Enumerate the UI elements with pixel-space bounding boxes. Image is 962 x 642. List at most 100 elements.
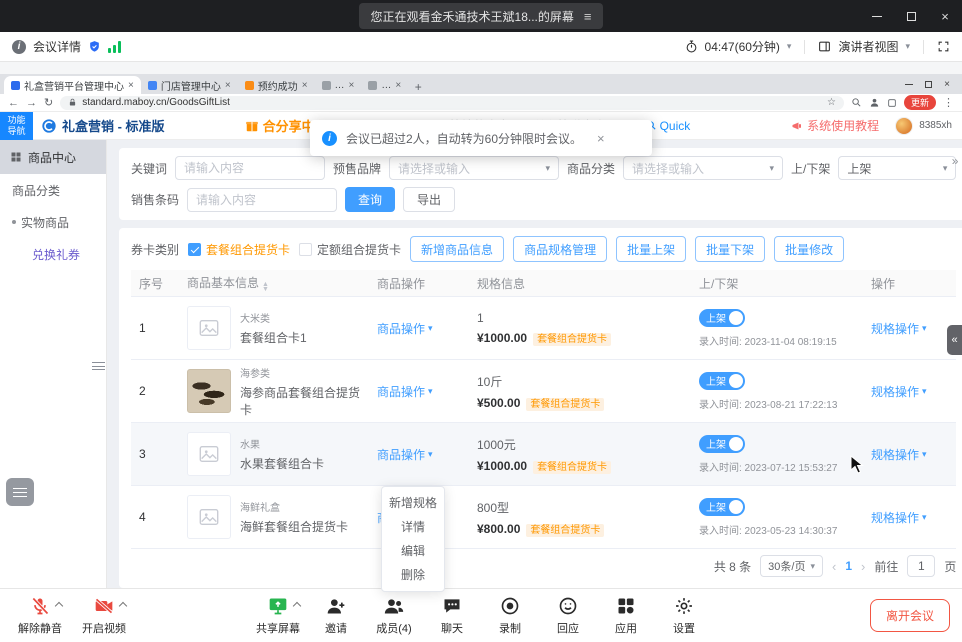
- mic-options-expander[interactable]: [55, 602, 63, 610]
- spec-operation-dropdown[interactable]: 规格操作▾: [871, 446, 927, 463]
- invite-button[interactable]: 邀请: [308, 595, 364, 636]
- batch-off-shelf-button[interactable]: 批量下架: [695, 236, 765, 262]
- zoom-icon[interactable]: [851, 97, 862, 108]
- browser-update-badge[interactable]: 更新: [904, 95, 936, 110]
- browser-tab[interactable]: … ×: [315, 76, 362, 94]
- checkbox-combo-card[interactable]: 套餐组合提货卡: [188, 241, 290, 258]
- browser-tab[interactable]: … ×: [361, 76, 408, 94]
- maximize-button[interactable]: [894, 0, 928, 32]
- tab-close-icon[interactable]: ×: [225, 80, 231, 91]
- new-tab-button[interactable]: +: [410, 80, 426, 94]
- current-page[interactable]: 1: [845, 559, 852, 573]
- batch-edit-button[interactable]: 批量修改: [774, 236, 844, 262]
- record-button[interactable]: 录制: [482, 595, 538, 636]
- barcode-input[interactable]: [187, 188, 337, 212]
- batch-on-shelf-button[interactable]: 批量上架: [616, 236, 686, 262]
- shelf-toggle[interactable]: 上架: [699, 372, 745, 390]
- shelf-select[interactable]: 上架 ▾: [838, 156, 956, 180]
- menu-item-detail[interactable]: 详情: [382, 515, 444, 539]
- quick-search-link[interactable]: Quick: [646, 119, 691, 133]
- tab-close-icon[interactable]: ×: [128, 80, 134, 91]
- add-product-button[interactable]: 新增商品信息: [410, 236, 504, 262]
- spec-operation-dropdown[interactable]: 规格操作▾: [871, 383, 927, 400]
- browser-minimize-button[interactable]: [905, 84, 913, 85]
- product-operation-dropdown-open[interactable]: 商品操作▾: [377, 446, 433, 463]
- shelf-toggle[interactable]: 上架: [699, 309, 745, 327]
- search-button[interactable]: 查询: [345, 187, 395, 212]
- browser-close-button[interactable]: ×: [944, 79, 950, 90]
- tab-close-icon[interactable]: ×: [395, 80, 401, 91]
- sort-icon[interactable]: ▲▼: [262, 282, 269, 292]
- browser-tab-active[interactable]: 礼盒营销平台管理中心 ×: [4, 76, 141, 94]
- gift-box-icon: [245, 119, 259, 133]
- forward-button[interactable]: →: [26, 97, 37, 109]
- refresh-button[interactable]: ↻: [44, 96, 53, 109]
- sidebar-item-categories[interactable]: 商品分类: [0, 174, 106, 206]
- menu-item-edit[interactable]: 编辑: [382, 539, 444, 563]
- avatar[interactable]: [895, 117, 913, 135]
- tab-close-icon[interactable]: ×: [302, 80, 308, 91]
- unmute-button[interactable]: 解除静音: [12, 595, 68, 636]
- sidebar-item-gift-vouchers[interactable]: 兑换礼券: [0, 238, 106, 270]
- goto-page-input[interactable]: [907, 555, 935, 577]
- right-panel-handle[interactable]: «: [947, 325, 962, 355]
- profile-icon[interactable]: [869, 97, 880, 108]
- collapse-filters-icon[interactable]: »: [952, 154, 959, 168]
- shelf-toggle[interactable]: 上架: [699, 435, 745, 453]
- meeting-detail-link[interactable]: 会议详情: [33, 38, 81, 55]
- sidebar-collapse-handle[interactable]: [92, 362, 105, 370]
- next-page-button[interactable]: ›: [861, 559, 865, 574]
- tab-close-icon[interactable]: ×: [349, 80, 355, 91]
- browser-tab[interactable]: 预约成功 ×: [238, 76, 315, 94]
- prev-page-button[interactable]: ‹: [832, 559, 836, 574]
- product-name: 海鲜套餐组合提货卡: [240, 520, 348, 534]
- start-video-button[interactable]: 开启视频: [76, 595, 132, 636]
- function-nav-button[interactable]: 功能 导航: [0, 112, 33, 140]
- view-dropdown-icon[interactable]: ▾: [905, 41, 910, 52]
- video-options-expander[interactable]: [119, 602, 127, 610]
- category-select[interactable]: 请选择或输入 ▾: [623, 156, 783, 180]
- close-button[interactable]: ×: [928, 0, 962, 32]
- menu-item-delete[interactable]: 删除: [382, 563, 444, 587]
- sidebar-item-physical-goods[interactable]: 实物商品: [0, 206, 106, 238]
- floating-toolbar-widget[interactable]: [6, 478, 34, 506]
- browser-tab[interactable]: 门店管理中心 ×: [141, 76, 238, 94]
- leave-meeting-button[interactable]: 离开会议: [870, 599, 950, 632]
- checkbox-fixed-card[interactable]: 定额组合提货卡: [299, 241, 401, 258]
- export-button[interactable]: 导出: [403, 187, 455, 212]
- share-screen-button[interactable]: 共享屏幕: [250, 595, 306, 636]
- minimize-button[interactable]: [860, 0, 894, 32]
- apps-button[interactable]: 应用: [598, 595, 654, 636]
- fullscreen-icon[interactable]: [937, 40, 950, 53]
- spec-operation-dropdown[interactable]: 规格操作▾: [871, 509, 927, 526]
- toast-close-icon[interactable]: ×: [597, 131, 605, 146]
- tutorial-link[interactable]: 系统使用教程: [791, 117, 879, 134]
- menu-item-add-spec[interactable]: 新增规格: [382, 491, 444, 515]
- spec-operation-dropdown[interactable]: 规格操作▾: [871, 320, 927, 337]
- reaction-button[interactable]: 回应: [540, 595, 596, 636]
- product-operation-dropdown[interactable]: 商品操作▾: [377, 383, 433, 400]
- members-button[interactable]: 成员(4): [366, 595, 422, 636]
- product-category: 海鲜礼盒: [240, 499, 348, 514]
- spec-manage-button[interactable]: 商品规格管理: [513, 236, 607, 262]
- address-input[interactable]: standard.maboy.cn/GoodsGiftList ☆: [60, 96, 844, 110]
- chat-button[interactable]: 聊天: [424, 595, 480, 636]
- keyword-input[interactable]: [175, 156, 325, 180]
- share-options-expander[interactable]: [293, 602, 301, 610]
- browser-maximize-button[interactable]: [925, 81, 932, 88]
- product-operation-dropdown[interactable]: 商品操作▾: [377, 320, 433, 337]
- timer-dropdown-icon[interactable]: ▾: [787, 41, 792, 52]
- bookmark-star-icon[interactable]: ☆: [827, 97, 836, 108]
- shelf-toggle[interactable]: 上架: [699, 498, 745, 516]
- view-mode-label[interactable]: 演讲者视图: [838, 38, 898, 55]
- browser-menu-icon[interactable]: ⋮: [943, 96, 954, 109]
- table-toolbar: 券卡类别 套餐组合提货卡 定额组合提货卡 新增商品信息 商品规格管理 批量上架 …: [131, 236, 956, 262]
- extensions-icon[interactable]: [887, 98, 897, 108]
- settings-button[interactable]: 设置: [656, 595, 712, 636]
- brand-select[interactable]: 请选择或输入 ▾: [389, 156, 559, 180]
- sidebar-section-product-center[interactable]: 商品中心: [0, 140, 106, 174]
- back-button[interactable]: ←: [8, 97, 19, 109]
- banner-menu-icon[interactable]: ≡: [584, 9, 592, 24]
- page-size-select[interactable]: 30条/页 ▾: [760, 555, 823, 577]
- header-info[interactable]: 商品基本信息▲▼: [179, 274, 369, 292]
